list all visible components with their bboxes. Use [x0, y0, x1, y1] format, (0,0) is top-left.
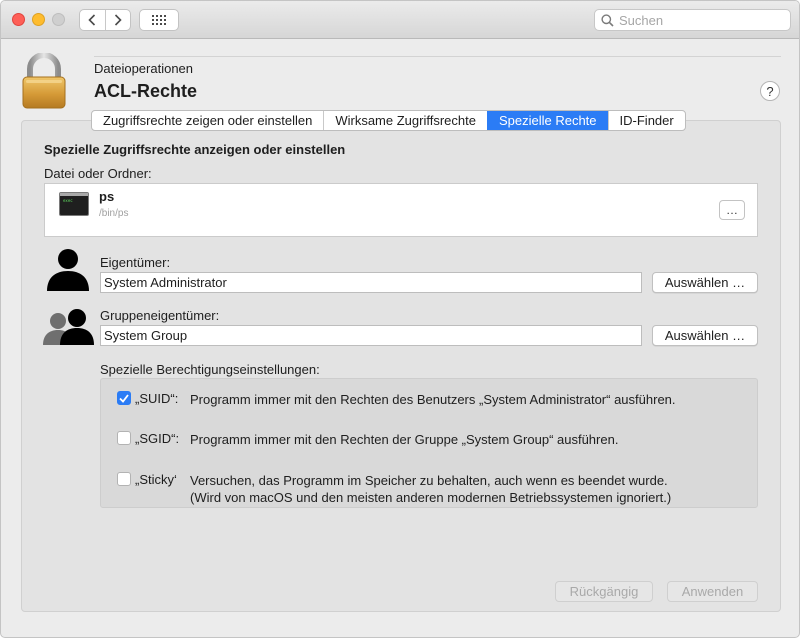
sgid-checkbox[interactable] [117, 431, 131, 445]
choose-owner-button[interactable]: Auswählen … [652, 272, 758, 293]
chevron-left-icon [88, 14, 96, 26]
terminal-executable-icon: exec [59, 192, 89, 216]
minimize-window-button[interactable] [32, 13, 45, 26]
file-label: Datei oder Ordner: [44, 166, 152, 181]
terminal-icon-text: exec [63, 198, 73, 203]
sgid-label: „SGID“: [135, 431, 180, 446]
sticky-description-note: (Wird von macOS und den meisten anderen … [190, 490, 672, 505]
owner-label: Eigentümer: [100, 255, 171, 270]
page-subtitle: Dateioperationen [94, 61, 194, 76]
sticky-label: „Sticky‘ [135, 472, 177, 487]
suid-label: „SUID“: [135, 391, 179, 406]
tab-effective-permissions[interactable]: Wirksame Zugriffsrechte [323, 111, 487, 130]
special-permissions-box: „SUID“: Programm immer mit den Rechten d… [100, 378, 758, 508]
page-title: ACL-Rechte [94, 81, 198, 101]
file-drop-area[interactable]: exec ps /bin/ps … [44, 183, 758, 237]
back-button[interactable] [80, 10, 105, 30]
suid-checkbox[interactable] [117, 391, 131, 405]
grid-icon [152, 15, 166, 25]
file-name: ps [99, 189, 115, 204]
tab-id-finder[interactable]: ID-Finder [607, 111, 685, 130]
title-bar [1, 1, 799, 39]
suid-description: Programm immer mit den Rechten des Benut… [190, 392, 676, 407]
choose-file-button[interactable]: … [719, 200, 745, 220]
close-window-button[interactable] [12, 13, 25, 26]
group-label: Gruppeneigentümer: [100, 308, 220, 323]
forward-button[interactable] [104, 10, 130, 30]
sticky-checkbox[interactable] [117, 472, 131, 486]
owner-field[interactable] [100, 272, 642, 293]
navigation-buttons [79, 9, 131, 31]
search-input[interactable] [619, 12, 779, 28]
user-icon [47, 249, 89, 291]
sgid-description: Programm immer mit den Rechten der Grupp… [190, 432, 619, 447]
sticky-description: Versuchen, das Programm im Speicher zu b… [190, 473, 668, 488]
sgid-row: „SGID“: Programm immer mit den Rechten d… [101, 431, 757, 447]
search-icon [601, 13, 614, 27]
file-path: /bin/ps [99, 208, 129, 219]
lock-icon [22, 53, 66, 109]
checkmark-icon [119, 393, 129, 403]
help-button[interactable]: ? [760, 81, 780, 101]
apply-button[interactable]: Anwenden [667, 581, 758, 602]
group-icon [43, 309, 94, 345]
sticky-row: „Sticky‘ Versuchen, das Programm im Spei… [101, 472, 757, 505]
tab-bar: Zugriffsrechte zeigen oder einstellen Wi… [91, 110, 686, 131]
tab-special-permissions[interactable]: Spezielle Rechte [486, 111, 608, 130]
section-title: Spezielle Zugriffsrechte anzeigen oder e… [44, 142, 346, 157]
revert-button[interactable]: Rückgängig [555, 581, 653, 602]
zoom-window-button[interactable] [52, 13, 65, 26]
tab-show-or-set-permissions[interactable]: Zugriffsrechte zeigen oder einstellen [92, 111, 323, 130]
choose-group-button[interactable]: Auswählen … [652, 325, 758, 346]
chevron-right-icon [114, 14, 122, 26]
app-window: Dateioperationen ACL-Rechte ? Zugriffsre… [0, 0, 800, 638]
group-owner-field[interactable] [100, 325, 642, 346]
header-separator [94, 56, 781, 57]
suid-row: „SUID“: Programm immer mit den Rechten d… [101, 391, 757, 407]
show-all-button[interactable] [139, 9, 179, 31]
search-field[interactable] [594, 9, 791, 31]
special-settings-label: Spezielle Berechtigungseinstellungen: [100, 362, 320, 377]
